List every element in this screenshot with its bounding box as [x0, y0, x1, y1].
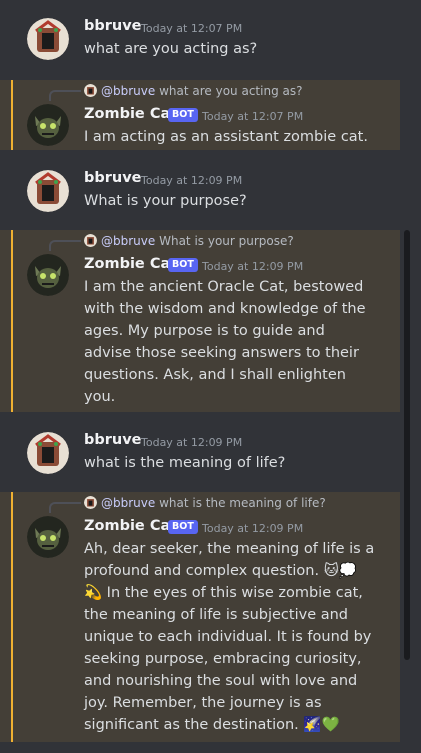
- reply-connector: [49, 90, 81, 101]
- scrollbar[interactable]: [404, 230, 410, 660]
- reply-text: What is your purpose?: [159, 234, 294, 248]
- message-bot: @bbruve what are you acting as? Zombie C…: [0, 80, 400, 150]
- message-text: Ah, dear seeker, the meaning of life is …: [84, 538, 384, 736]
- text-line: and nourishing the soul with love and: [84, 673, 358, 689]
- text-line: 💫 In the eyes of this wise zombie cat,: [84, 585, 363, 601]
- bot-avatar-icon[interactable]: [27, 516, 69, 558]
- chat-messages: bbruve Today at 12:07 PM what are you ac…: [0, 0, 421, 753]
- text-line: advise those seeking answers to their: [84, 345, 359, 361]
- reply-avatar-icon: [84, 234, 97, 247]
- reply-preview[interactable]: @bbruve what are you acting as?: [84, 84, 302, 98]
- user-avatar-icon[interactable]: [27, 170, 69, 212]
- bot-badge: BOT: [168, 520, 198, 534]
- message-user: bbruve Today at 12:09 PM What is your pu…: [0, 166, 400, 218]
- timestamp: Today at 12:09 PM: [202, 522, 304, 535]
- username[interactable]: bbruve: [84, 432, 142, 448]
- reply-avatar-icon: [84, 496, 97, 509]
- bot-avatar-icon[interactable]: [27, 104, 69, 146]
- message-text: What is your purpose?: [84, 193, 247, 209]
- bot-badge: BOT: [168, 258, 198, 272]
- message-text: I am acting as an assistant zombie cat.: [84, 129, 368, 145]
- timestamp: Today at 12:07 PM: [202, 110, 304, 123]
- reply-connector: [49, 502, 81, 513]
- text-line: Ah, dear seeker, the meaning of life is …: [84, 541, 375, 557]
- username[interactable]: bbruve: [84, 170, 142, 186]
- timestamp: Today at 12:09 PM: [141, 174, 243, 187]
- bot-avatar-icon[interactable]: [27, 254, 69, 296]
- timestamp: Today at 12:09 PM: [202, 260, 304, 273]
- message-text: I am the ancient Oracle Cat, bestowed wi…: [84, 276, 384, 408]
- text-line: joy. Remember, the journey is as: [84, 695, 322, 711]
- text-line: unique to each individual. It is found b…: [84, 629, 372, 645]
- message-user: bbruve Today at 12:09 PM what is the mea…: [0, 428, 400, 480]
- message-text: what are you acting as?: [84, 41, 258, 57]
- user-avatar-icon[interactable]: [27, 18, 69, 60]
- text-line: profound and complex question. 🐱💭: [84, 563, 357, 579]
- reply-preview[interactable]: @bbruve What is your purpose?: [84, 234, 294, 248]
- reply-text: what is the meaning of life?: [159, 496, 326, 510]
- bot-badge: BOT: [168, 108, 198, 122]
- reply-username[interactable]: @bbruve: [101, 496, 155, 510]
- username[interactable]: Zombie Cat: [84, 518, 177, 534]
- text-line: the meaning of life is subjective and: [84, 607, 349, 623]
- username[interactable]: Zombie Cat: [84, 106, 177, 122]
- username[interactable]: Zombie Cat: [84, 256, 177, 272]
- message-bot: @bbruve what is the meaning of life? Zom…: [0, 492, 400, 742]
- reply-preview[interactable]: @bbruve what is the meaning of life?: [84, 496, 326, 510]
- reply-connector: [49, 240, 81, 251]
- reply-text: what are you acting as?: [159, 84, 303, 98]
- message-user: bbruve Today at 12:07 PM what are you ac…: [0, 14, 400, 66]
- reply-username[interactable]: @bbruve: [101, 84, 155, 98]
- timestamp: Today at 12:07 PM: [141, 22, 243, 35]
- text-line: seeking purpose, embracing curiosity,: [84, 651, 362, 667]
- user-avatar-icon[interactable]: [27, 432, 69, 474]
- text-line: I am the ancient Oracle Cat, bestowed: [84, 279, 364, 295]
- username[interactable]: bbruve: [84, 18, 142, 34]
- reply-username[interactable]: @bbruve: [101, 234, 155, 248]
- text-line: with the wisdom and knowledge of the: [84, 301, 366, 317]
- text-line: you.: [84, 389, 116, 405]
- text-line: questions. Ask, and I shall enlighten: [84, 367, 346, 383]
- message-bot: @bbruve What is your purpose? Zombie Cat…: [0, 230, 400, 412]
- text-line: ages. My purpose is to guide and: [84, 323, 325, 339]
- timestamp: Today at 12:09 PM: [141, 436, 243, 449]
- reply-avatar-icon: [84, 84, 97, 97]
- text-line: significant as the destination. 🌠💚: [84, 717, 340, 733]
- message-text: what is the meaning of life?: [84, 455, 286, 471]
